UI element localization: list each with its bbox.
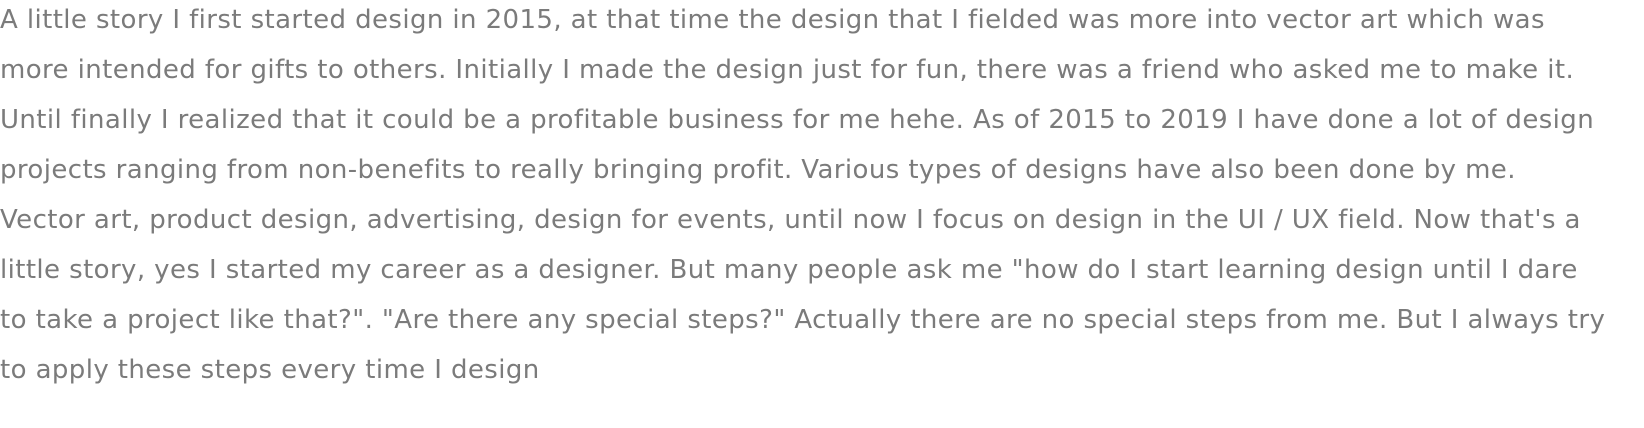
story-line-6: little story, yes I started my career as… (0, 255, 1578, 285)
story-line-4: projects ranging from non-benefits to re… (0, 155, 1516, 185)
story-line-1: A little story I first started design in… (0, 5, 1545, 35)
story-paragraph: A little story I first started design in… (0, 0, 1644, 400)
story-line-5: Vector art, product design, advertising,… (0, 205, 1581, 235)
story-line-7: to take a project like that?". "Are ther… (0, 305, 1606, 335)
story-line-8: to apply these steps every time I design (0, 355, 540, 385)
story-line-2: more intended for gifts to others. Initi… (0, 55, 1575, 85)
story-line-3: Until finally I realized that it could b… (0, 105, 1595, 135)
